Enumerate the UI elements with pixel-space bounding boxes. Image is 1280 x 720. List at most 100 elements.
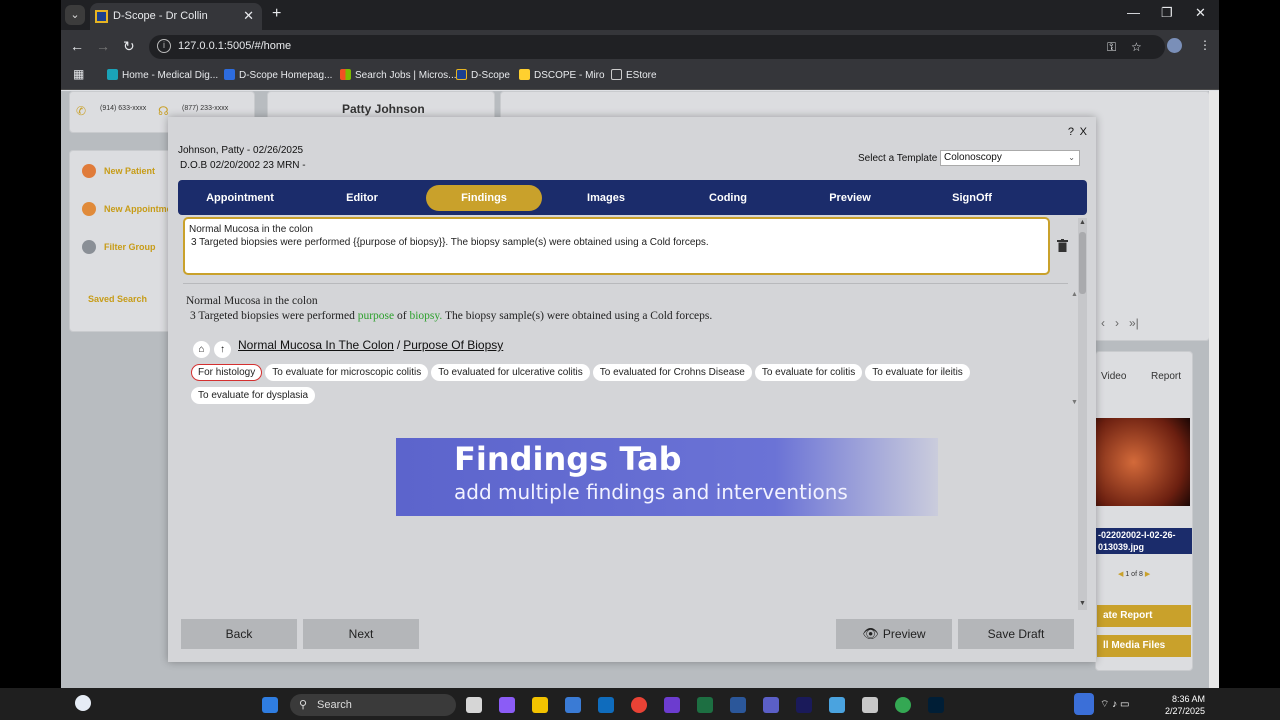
banner-title: Findings Tab (454, 440, 682, 478)
taskbar-search[interactable]: ⚲ Search (290, 694, 456, 716)
back-arrow-icon[interactable]: ← (70, 38, 84, 54)
all-media-files-button[interactable]: ll Media Files (1097, 635, 1191, 657)
browser-tab[interactable]: D-Scope - Dr Collin ✕ (90, 3, 262, 30)
bookmark-item[interactable]: EStore (611, 69, 657, 81)
tab-findings[interactable]: Findings (426, 185, 542, 211)
home-icon[interactable]: ⌂ (193, 341, 210, 358)
create-report-button[interactable]: ate Report (1097, 605, 1191, 627)
sidebar-item-saved-search[interactable]: Saved Search (88, 294, 147, 304)
media-pager[interactable]: ◀ 1 of 8 ▶ (1118, 570, 1150, 578)
option-chip[interactable]: To evaluate for microscopic colitis (265, 364, 429, 381)
bookmark-item[interactable]: D-Scope (456, 69, 510, 81)
app-icon[interactable] (829, 697, 845, 713)
back-button[interactable]: Back (181, 619, 297, 649)
copilot-icon[interactable] (499, 697, 515, 713)
help-button[interactable]: ? (1068, 126, 1074, 138)
forward-arrow-icon[interactable]: → (96, 38, 110, 54)
scroll-up-icon[interactable]: ▲ (1071, 291, 1078, 298)
weather-icon[interactable] (75, 695, 91, 711)
tab-preview[interactable]: Preview (792, 185, 908, 211)
apps-grid-icon[interactable]: ▦ (73, 67, 84, 81)
app-icon[interactable] (664, 697, 680, 713)
key-icon[interactable]: ⚿ (1107, 40, 1116, 55)
breadcrumb-item[interactable]: Purpose Of Biopsy (403, 338, 503, 352)
bookmark-item[interactable]: DSCOPE - Miro (519, 69, 605, 81)
trash-icon[interactable] (1057, 239, 1068, 252)
tab-search-button[interactable]: ⌄ (65, 5, 85, 25)
preview-button[interactable]: 👁 Preview (836, 619, 952, 649)
photoshop-icon[interactable] (928, 697, 944, 713)
option-chip[interactable]: To evaluate for dysplasia (191, 387, 316, 404)
scroll-thumb[interactable] (1079, 232, 1086, 294)
divider (183, 283, 1068, 284)
endoscopy-image[interactable] (1096, 418, 1190, 506)
preview-scrollbar[interactable]: ▲ ▼ (1071, 291, 1080, 411)
store-icon[interactable] (565, 697, 581, 713)
editor-line: 3 Targeted biopsies were performed {{pur… (191, 237, 709, 248)
tab-images[interactable]: Images (548, 185, 664, 211)
app-icon[interactable] (862, 697, 878, 713)
restore-icon[interactable]: ❐ (1161, 5, 1173, 21)
task-view-icon[interactable] (466, 697, 482, 713)
bookmark-item[interactable]: D-Scope Homepag... (224, 69, 332, 81)
profile-avatar-icon[interactable] (1167, 38, 1182, 53)
bookmark-favicon-icon (107, 69, 118, 80)
option-chip[interactable]: To evaluated for ulcerative colitis (431, 364, 590, 381)
sidebar-item-filter-group[interactable]: Filter Group (82, 240, 156, 254)
tab-video[interactable]: Video (1096, 368, 1132, 385)
star-icon[interactable]: ☆ (1131, 40, 1142, 54)
site-info-icon[interactable]: i (157, 39, 171, 53)
option-chip[interactable]: To evaluated for Crohns Disease (592, 364, 752, 381)
menu-kebab-icon[interactable]: ⋮ (1199, 38, 1211, 52)
template-select[interactable]: Colonoscopy ⌄ (940, 150, 1080, 166)
address-bar[interactable]: i 127.0.0.1:5005/#/home ⚿ ☆ (149, 35, 1165, 59)
word-icon[interactable] (730, 697, 746, 713)
windows-start-icon[interactable] (262, 697, 278, 713)
page-scrollbar[interactable] (1209, 91, 1219, 688)
sidebar-item-new-patient[interactable]: New Patient (82, 164, 155, 178)
minimize-icon[interactable]: — (1127, 5, 1140, 20)
bookmark-item[interactable]: Search Jobs | Micros... (340, 69, 457, 81)
scroll-down-icon[interactable]: ▼ (1071, 399, 1078, 406)
file-explorer-icon[interactable] (532, 697, 548, 713)
prev-icon[interactable]: ◀ (1118, 571, 1123, 578)
new-tab-button[interactable]: + (272, 5, 281, 23)
breadcrumb-item[interactable]: Normal Mucosa In The Colon (238, 338, 394, 352)
premiere-icon[interactable] (796, 697, 812, 713)
findings-editor[interactable]: Normal Mucosa in the colon 3 Targeted bi… (183, 217, 1050, 275)
bookmark-item[interactable]: Home - Medical Dig... (107, 69, 218, 81)
up-arrow-icon[interactable]: ↑ (214, 341, 231, 358)
pagination-arrows[interactable]: ‹ › »| (1101, 316, 1139, 330)
modal-close-button[interactable]: X (1080, 126, 1087, 138)
tab-editor[interactable]: Editor (304, 185, 420, 211)
app-icon[interactable] (895, 697, 911, 713)
reload-icon[interactable]: ↻ (123, 38, 135, 55)
sidebar-item-new-appointment[interactable]: New Appointment (82, 202, 180, 216)
option-chip[interactable]: To evaluate for ileitis (865, 364, 970, 381)
chrome-icon[interactable] (631, 697, 647, 713)
excel-icon[interactable] (697, 697, 713, 713)
tab-appointment[interactable]: Appointment (182, 185, 298, 211)
scroll-down-icon[interactable]: ▼ (1079, 600, 1086, 607)
system-tray-icons[interactable]: ⌔ ♪ ▭ (1100, 698, 1129, 711)
tab-coding[interactable]: Coding (670, 185, 786, 211)
browser-window: ⌄ D-Scope - Dr Collin ✕ + — ❐ ✕ ← → ↻ i … (61, 0, 1219, 688)
option-chip[interactable]: To evaluate for colitis (754, 364, 863, 381)
teams-icon[interactable] (763, 697, 779, 713)
tab-report[interactable]: Report (1146, 368, 1187, 385)
option-chip-selected[interactable]: For histology (191, 364, 263, 381)
tab-title: D-Scope - Dr Collin (113, 10, 208, 22)
outlook-icon[interactable] (598, 697, 614, 713)
microphone-icon[interactable] (1074, 693, 1094, 715)
clock[interactable]: 8:36 AM 2/27/2025 (1161, 693, 1205, 717)
modal-scrollbar[interactable]: ▲ ▼ (1078, 218, 1087, 610)
dob-line: D.O.B 02/20/2002 23 MRN - (180, 160, 306, 171)
tab-close-icon[interactable]: ✕ (243, 8, 254, 24)
next-icon[interactable]: ▶ (1145, 571, 1150, 578)
modal-tab-bar: Appointment Editor Findings Images Codin… (178, 180, 1087, 215)
save-draft-button[interactable]: Save Draft (958, 619, 1074, 649)
scroll-up-icon[interactable]: ▲ (1079, 219, 1086, 226)
window-close-icon[interactable]: ✕ (1195, 5, 1206, 21)
next-button[interactable]: Next (303, 619, 419, 649)
tab-signoff[interactable]: SignOff (914, 185, 1030, 211)
